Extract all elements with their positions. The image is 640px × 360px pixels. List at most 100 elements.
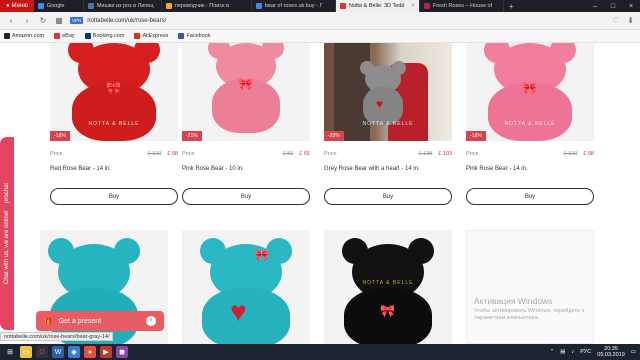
empty-product-slot bbox=[466, 230, 594, 344]
buy-button[interactable]: Buy bbox=[324, 188, 452, 205]
tab-translator[interactable]: переводчик - Поиск в bbox=[162, 0, 252, 12]
opera-menu-button[interactable]: ● Меню bbox=[0, 0, 34, 12]
buy-button[interactable]: Buy bbox=[182, 188, 310, 205]
file-explorer-icon[interactable]: ▭ bbox=[20, 346, 32, 358]
fresh-roses-favicon-icon bbox=[423, 3, 430, 9]
product-image[interactable]: ♥ 🎀 bbox=[182, 230, 310, 344]
product-card: 🎀 -21% Price £ 82 £ 65 Pink Rose Bear - … bbox=[182, 43, 310, 205]
clock[interactable]: 20:35 05.03.2019 bbox=[597, 346, 625, 358]
price-row: Price £ 120 £ 98 bbox=[50, 151, 178, 157]
system-tray: ⌃ ▤ ♪ РУС 20:35 05.03.2019 ▭ bbox=[550, 346, 636, 358]
close-tab-icon[interactable]: × bbox=[411, 3, 415, 9]
product-name[interactable]: Pink Rose Bear - 10 in. bbox=[182, 166, 310, 172]
bookmark-label: Booking.com bbox=[92, 33, 125, 39]
heart-icon: ♥ bbox=[376, 97, 384, 111]
close-present-icon[interactable]: × bbox=[146, 316, 156, 326]
minimize-icon[interactable]: – bbox=[586, 0, 604, 12]
url-field[interactable]: VPN nottabelle.com/uk/rose-bears/ bbox=[70, 15, 606, 27]
bookmark-facebook[interactable]: Facebook bbox=[178, 33, 211, 39]
tab-title: Мишки из роз в Липец bbox=[96, 3, 154, 9]
new-price: £ 65 bbox=[299, 151, 310, 157]
bookmark-label: Amazon.com bbox=[12, 33, 45, 39]
brand-watermark: NOTTA & BELLE bbox=[362, 121, 414, 127]
activation-subtitle: Чтобы активировать Windows, перейдите к … bbox=[474, 308, 585, 321]
close-window-icon[interactable]: × bbox=[622, 0, 640, 12]
language-indicator[interactable]: РУС bbox=[580, 349, 591, 355]
media-taskbar-icon[interactable]: ▶ bbox=[100, 346, 112, 358]
product-name[interactable]: Pink Rose Bear - 14 in. bbox=[466, 166, 594, 172]
product-card: 🎀 NOTTA & BELLE -18% Price £ 120 £ 98 Pi… bbox=[466, 43, 594, 205]
facebook-icon bbox=[178, 33, 185, 39]
black-rose-bear-image: 🎀 bbox=[338, 238, 438, 344]
activation-title: Активация Windows bbox=[474, 296, 553, 306]
nottabelle-favicon-icon bbox=[339, 3, 346, 9]
chat-side-tab[interactable]: Chat with us, we are online! prochat bbox=[0, 137, 14, 330]
back-icon[interactable]: ‹ bbox=[6, 16, 16, 25]
tab-notta-belle[interactable]: Notta & Belle: 3D Tedd × bbox=[335, 0, 420, 12]
gift-icon: 🎁 bbox=[44, 318, 53, 325]
network-icon[interactable]: ▤ bbox=[560, 349, 565, 355]
buy-button[interactable]: Buy bbox=[50, 188, 178, 205]
old-price: £ 128 bbox=[418, 151, 433, 157]
tab-fresh-roses[interactable]: Fresh Roses – House of bbox=[420, 0, 504, 12]
reload-icon[interactable]: ↻ bbox=[38, 16, 48, 25]
new-tab-button[interactable]: + bbox=[504, 2, 519, 11]
vpn-badge[interactable]: VPN bbox=[70, 17, 84, 24]
windows-activation-notice: Активация Windows Чтобы активировать Win… bbox=[474, 296, 604, 322]
get-a-present-popup[interactable]: 🎁 Get a present × bbox=[36, 311, 164, 331]
product-image[interactable]: ♥ NOTTA & BELLE -20% bbox=[324, 43, 452, 141]
product-image[interactable]: 🎀 -21% bbox=[182, 43, 310, 141]
forward-icon[interactable]: › bbox=[22, 16, 32, 25]
bookmark-aliexpress[interactable]: AliExpress bbox=[134, 33, 168, 39]
bookmarks-bar: Amazon.com eBay Booking.com AliExpress F… bbox=[0, 30, 640, 43]
product-image[interactable]: 🎀 NOTTA & BELLE -18% bbox=[466, 43, 594, 141]
new-price: £ 103 bbox=[438, 151, 452, 157]
speed-dial-icon[interactable]: ▦ bbox=[54, 16, 64, 25]
bookmark-booking[interactable]: Booking.com bbox=[84, 33, 125, 39]
notifications-icon[interactable]: ▭ bbox=[631, 349, 636, 355]
bookmark-ebay[interactable]: eBay bbox=[54, 33, 75, 39]
amazon-icon bbox=[4, 33, 10, 39]
tab-title: bear of roses uk buy - Г bbox=[264, 3, 323, 9]
tab-title: Google bbox=[46, 3, 65, 9]
bookmark-label: eBay bbox=[62, 33, 75, 39]
discount-badge: -20% bbox=[324, 131, 344, 141]
tab-title: Notta & Belle: 3D Tedd bbox=[348, 3, 405, 9]
tab-bear-search[interactable]: bear of roses uk buy - Г bbox=[252, 0, 336, 12]
bookmark-label: Facebook bbox=[186, 33, 211, 39]
recorder-taskbar-icon[interactable]: ● bbox=[84, 346, 96, 358]
app-taskbar-icon[interactable]: ◆ bbox=[68, 346, 80, 358]
product-card: ♥ NOTTA & BELLE -20% Price £ 128 £ 103 G… bbox=[324, 43, 452, 205]
app2-taskbar-icon[interactable]: ◼ bbox=[116, 346, 128, 358]
product-name[interactable]: Grey Rose Bear with a heart - 14 in. bbox=[324, 166, 452, 172]
tab-title: переводчик - Поиск в bbox=[174, 3, 229, 9]
maximize-icon[interactable]: □ bbox=[604, 0, 622, 12]
price-row: Price £ 82 £ 65 bbox=[182, 151, 310, 157]
discount-badge: -18% bbox=[466, 131, 486, 141]
product-name[interactable]: Red Rose Bear - 14 in. bbox=[50, 166, 178, 172]
bookmark-label: AliExpress bbox=[142, 33, 169, 39]
chat-label: Chat with us, we are online! bbox=[4, 210, 10, 285]
present-label: Get a present bbox=[58, 317, 102, 325]
bookmark-amazon[interactable]: Amazon.com bbox=[4, 33, 44, 39]
buy-button[interactable]: Buy bbox=[466, 188, 594, 205]
tab-google[interactable]: Google bbox=[34, 0, 84, 12]
price-row: Price £ 128 £ 103 bbox=[324, 151, 452, 157]
new-price: £ 98 bbox=[167, 151, 178, 157]
tab-vk[interactable]: Мишки из роз в Липец bbox=[84, 0, 162, 12]
product-image[interactable]: 🎀 NOTTA & BELLE -18% bbox=[50, 43, 178, 141]
google-favicon-icon bbox=[255, 3, 262, 9]
volume-icon[interactable]: ♪ bbox=[572, 349, 575, 355]
vk-favicon-icon bbox=[87, 3, 94, 9]
bookmark-heart-icon[interactable]: ♡ bbox=[612, 16, 619, 25]
brand-watermark: NOTTA & BELLE bbox=[504, 121, 556, 127]
tray-expand-icon[interactable]: ⌃ bbox=[550, 349, 555, 355]
product-image[interactable]: 🎀 NOTTA & BELLE bbox=[324, 230, 452, 344]
address-bar-row: ‹ › ↻ ▦ VPN nottabelle.com/uk/rose-bears… bbox=[0, 12, 640, 30]
windows-start-icon[interactable]: ⊞ bbox=[4, 346, 16, 358]
opera-taskbar-icon[interactable]: O bbox=[36, 346, 48, 358]
aliexpress-icon bbox=[134, 33, 141, 39]
word-taskbar-icon[interactable]: W bbox=[52, 346, 64, 358]
url-text[interactable]: nottabelle.com/uk/rose-bears/ bbox=[87, 18, 166, 24]
download-icon[interactable]: ⬇ bbox=[627, 16, 634, 25]
